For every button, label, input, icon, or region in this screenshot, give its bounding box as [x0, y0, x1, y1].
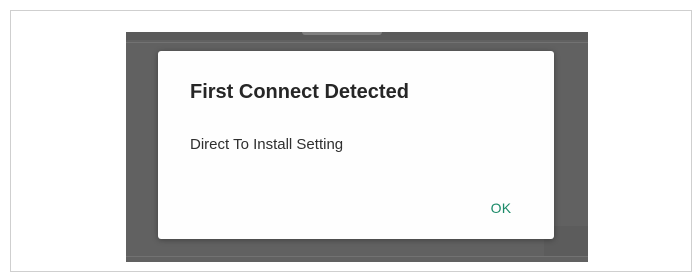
phone-screenshot: First Connect Detected Direct To Install…: [126, 32, 588, 262]
background-partial-text: [302, 32, 382, 35]
dialog-message: Direct To Install Setting: [190, 136, 344, 153]
background-divider: [126, 42, 588, 43]
first-connect-dialog: First Connect Detected Direct To Install…: [158, 51, 554, 239]
ok-button[interactable]: OK: [474, 191, 528, 225]
dialog-title: First Connect Detected: [190, 81, 409, 103]
background-divider: [126, 256, 588, 257]
